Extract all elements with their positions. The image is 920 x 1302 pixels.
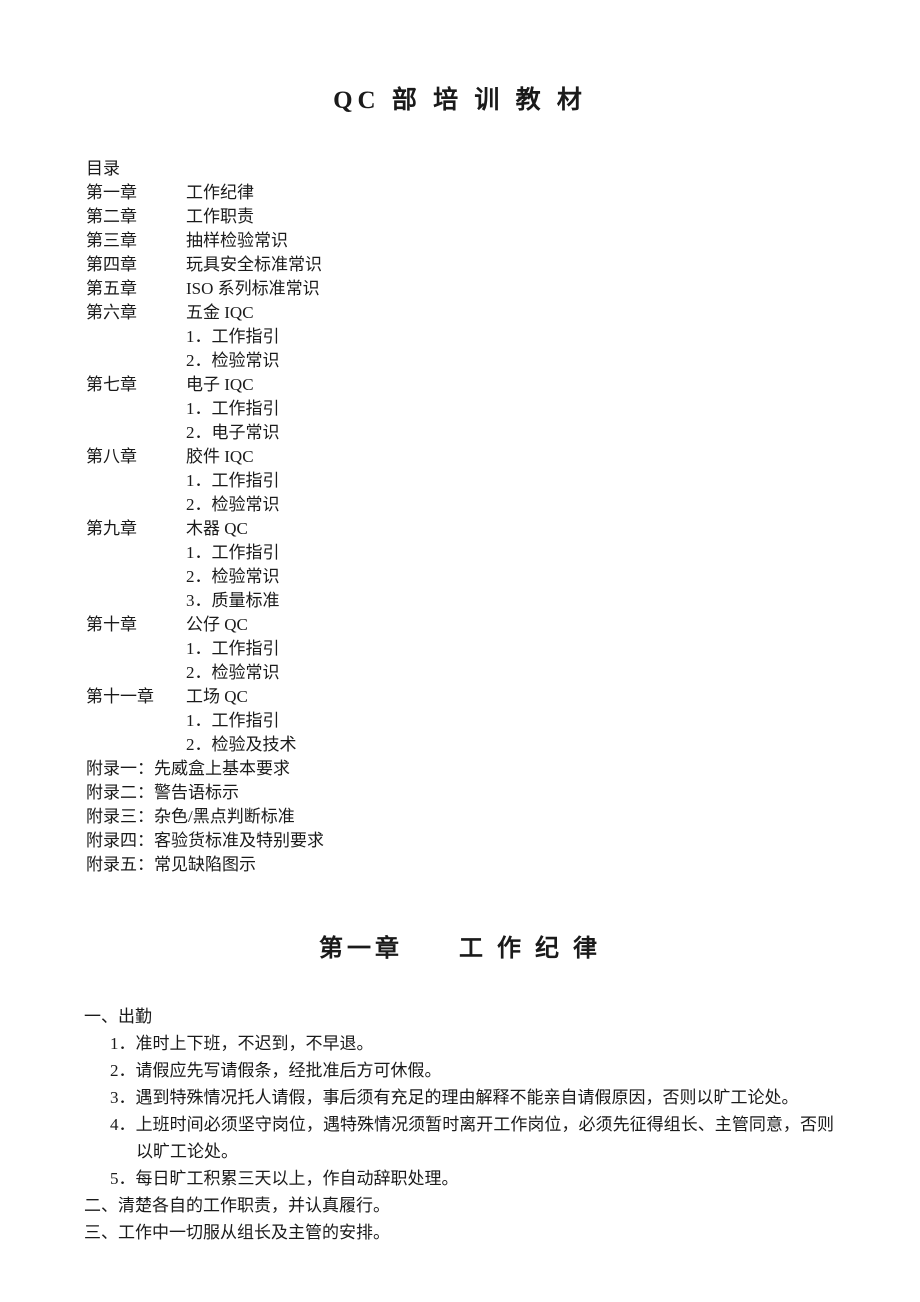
toc-chapter-label: 第二章 (86, 207, 137, 226)
body-section-label: 一、出勤 (84, 1007, 152, 1026)
toc-chapter-title: 公仔 QC (186, 615, 248, 634)
toc-chapter-title: 工场 QC (186, 687, 248, 706)
chapter-body: 一、出勤 1．准时上下班，不迟到，不早退。 2．请假应先写请假条，经批准后方可休假。… (84, 1003, 834, 1246)
toc-chapter-row[interactable]: 第七章 电子 IQC (86, 373, 846, 397)
toc-chapter-row[interactable]: 第五章 ISO 系列标准常识 (86, 277, 846, 301)
body-list-item: 5．每日旷工积累三天以上，作自动辞职处理。 (110, 1169, 459, 1188)
body-list-item: 3．遇到特殊情况托人请假，事后须有充足的理由解释不能亲自请假原因，否则以旷工论处… (110, 1088, 799, 1107)
toc-chapter-label: 第三章 (86, 231, 137, 250)
toc-subitem[interactable]: 2．检验常识 (186, 565, 846, 589)
toc-appendix-row[interactable]: 附录五：常见缺陷图示 (86, 853, 846, 877)
toc-chapter-label: 第五章 (86, 279, 137, 298)
toc-chapter-title: 胶件 IQC (186, 447, 254, 466)
toc-chapter-label: 第十一章 (86, 687, 154, 706)
toc-chapter-label: 第九章 (86, 519, 137, 538)
document-page: QC 部 培 训 教 材 目录 第一章 工作纪律 第二章 工作职责 第三章 抽样检验常识第… (0, 0, 920, 1302)
table-of-contents: 目录 第一章 工作纪律第二章 工作职责第三章 抽样检验常识第四章 玩具安全标准常识第五章… (86, 157, 846, 877)
toc-chapter-row[interactable]: 第十一章 工场 QC (86, 685, 846, 709)
toc-subitem[interactable]: 2．检验及技术 (186, 733, 846, 757)
toc-subitem[interactable]: 1．工作指引 (186, 637, 846, 661)
toc-chapter-row[interactable]: 第二章 工作职责 (86, 205, 846, 229)
toc-chapter-label: 第四章 (86, 255, 137, 274)
toc-chapter-label: 第七章 (86, 375, 137, 394)
body-list-item: 2．请假应先写请假条，经批准后方可休假。 (110, 1061, 442, 1080)
toc-subitem[interactable]: 1．工作指引 (186, 541, 846, 565)
toc-chapter-title: 工作纪律 (186, 183, 254, 202)
toc-subitem[interactable]: 1．工作指引 (186, 325, 846, 349)
toc-chapter-label: 第一章 (86, 183, 137, 202)
toc-chapter-row[interactable]: 第四章 玩具安全标准常识 (86, 253, 846, 277)
body-section-label: 二、清楚各自的工作职责，并认真履行。 (84, 1196, 390, 1215)
toc-subitem[interactable]: 1．工作指引 (186, 709, 846, 733)
toc-chapter-title: 玩具安全标准常识 (186, 255, 322, 274)
document-title: QC 部 培 训 教 材 (333, 87, 587, 114)
toc-chapter-title: 木器 QC (186, 519, 248, 538)
toc-subitem[interactable]: 2．检验常识 (186, 493, 846, 517)
toc-appendix-row[interactable]: 附录四：客验货标准及特别要求 (86, 829, 846, 853)
toc-appendix-row[interactable]: 附录二：警告语标示 (86, 781, 846, 805)
toc-appendix-row[interactable]: 附录一：先威盒上基本要求 (86, 757, 846, 781)
toc-subitem[interactable]: 3．质量标准 (186, 589, 846, 613)
toc-chapter-title: 工作职责 (186, 207, 254, 226)
toc-subitem[interactable]: 2．检验常识 (186, 661, 846, 685)
chapter-heading: 第一章 工 作 纪 律 (319, 936, 601, 962)
toc-chapter-row[interactable]: 第八章 胶件 IQC (86, 445, 846, 469)
body-list-item: 1．准时上下班，不迟到，不早退。 (110, 1034, 374, 1053)
toc-entries: 第一章 工作纪律第二章 工作职责第三章 抽样检验常识第四章 玩具安全标准常识第五章 ISO… (86, 181, 846, 757)
body-list-item: 4．上班时间必须坚守岗位，遇特殊情况须暂时离开工作岗位，必须先征得组长、主管同意… (110, 1115, 834, 1161)
toc-heading: 目录 (86, 159, 120, 178)
toc-chapter-row[interactable]: 第一章 工作纪律 (86, 181, 846, 205)
toc-chapter-title: 抽样检验常识 (186, 231, 288, 250)
toc-appendix-row[interactable]: 附录三：杂色/黑点判断标准 (86, 805, 846, 829)
toc-chapter-row[interactable]: 第三章 抽样检验常识 (86, 229, 846, 253)
toc-subitem[interactable]: 1．工作指引 (186, 469, 846, 493)
toc-chapter-row[interactable]: 第九章 木器 QC (86, 517, 846, 541)
toc-chapter-row[interactable]: 第六章 五金 IQC (86, 301, 846, 325)
toc-chapter-row[interactable]: 第十章 公仔 QC (86, 613, 846, 637)
body-section-label: 三、工作中一切服从组长及主管的安排。 (84, 1223, 390, 1242)
toc-chapter-title: ISO 系列标准常识 (186, 279, 320, 298)
toc-chapter-title: 电子 IQC (186, 375, 254, 394)
toc-subitem[interactable]: 2．检验常识 (186, 349, 846, 373)
toc-subitem[interactable]: 1．工作指引 (186, 397, 846, 421)
toc-appendix-entries: 附录一：先威盒上基本要求 附录二：警告语标示 附录三：杂色/黑点判断标准 附录四：客验… (86, 757, 846, 877)
toc-chapter-title: 五金 IQC (186, 303, 254, 322)
toc-chapter-label: 第八章 (86, 447, 137, 466)
toc-chapter-label: 第十章 (86, 615, 137, 634)
toc-subitem[interactable]: 2．电子常识 (186, 421, 846, 445)
toc-chapter-label: 第六章 (86, 303, 137, 322)
